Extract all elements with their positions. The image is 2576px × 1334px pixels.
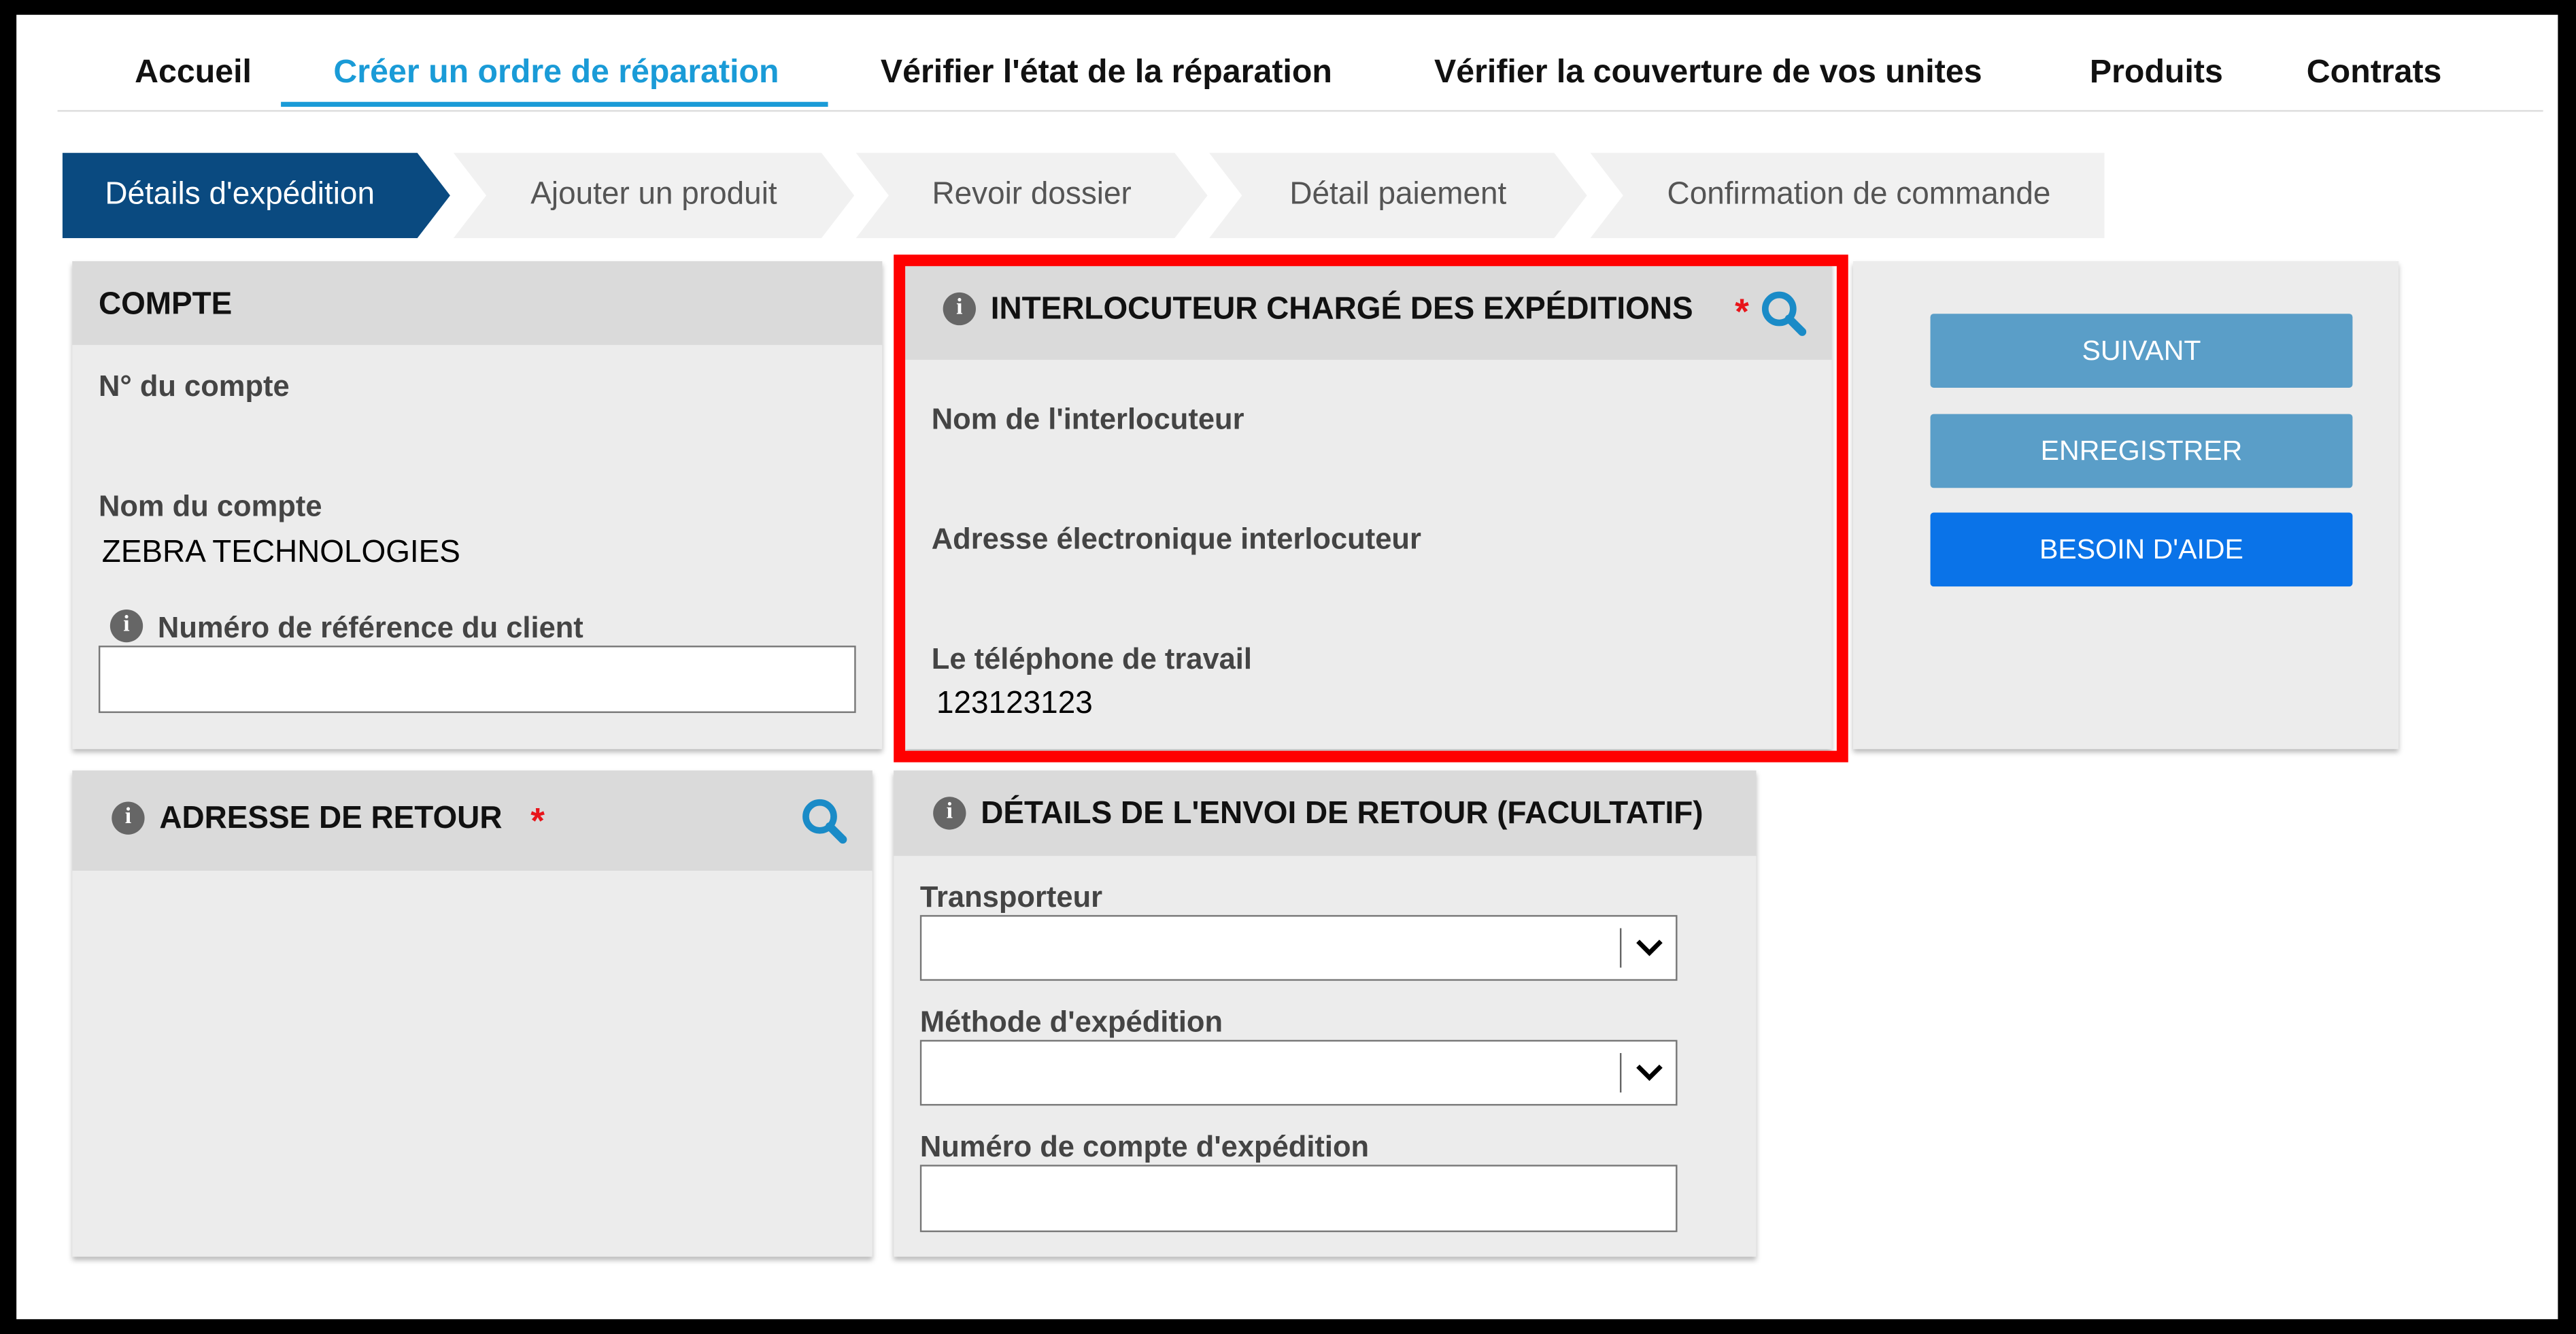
- select-separator: [1619, 928, 1622, 968]
- chevron-down-icon[interactable]: [1633, 1060, 1665, 1086]
- contact-name-label: Nom de l'interlocuteur: [931, 402, 1244, 435]
- return-address-panel-header: i ADRESSE DE RETOUR *: [72, 770, 872, 871]
- account-name-value: ZEBRA TECHNOLOGIES: [101, 535, 460, 571]
- shipping-contact-panel: i INTERLOCUTEUR CHARGÉ DES EXPÉDITIONS *…: [905, 261, 1832, 750]
- shipping-method-select[interactable]: [919, 1039, 1678, 1106]
- select-separator: [1619, 1053, 1622, 1093]
- nav-active-underline: [281, 101, 828, 107]
- customer-reference-label: Numéro de référence du client: [157, 611, 583, 644]
- help-button[interactable]: BESOIN D'AIDE: [1930, 512, 2353, 587]
- nav-item-products[interactable]: Produits: [2090, 31, 2223, 110]
- nav-item-check-repair-status[interactable]: Vérifier l'état de la réparation: [881, 31, 1332, 110]
- work-phone-label: Le téléphone de travail: [931, 642, 1252, 676]
- top-navigation: Accueil Créer un ordre de réparation Vér…: [57, 31, 2543, 112]
- page-frame: Accueil Créer un ordre de réparation Vér…: [16, 14, 2558, 1320]
- account-number-label: N° du compte: [98, 369, 290, 403]
- step-review-file-label: Revoir dossier: [932, 177, 1132, 212]
- step-add-product-label: Ajouter un produit: [530, 177, 777, 212]
- step-shipping-details[interactable]: Détails d'expédition: [62, 152, 450, 239]
- step-order-confirmation[interactable]: Confirmation de commande: [1590, 152, 2105, 239]
- info-icon[interactable]: i: [109, 609, 143, 643]
- return-address-title: ADRESSE DE RETOUR: [159, 801, 503, 837]
- step-review-file[interactable]: Revoir dossier: [855, 152, 1208, 239]
- info-icon[interactable]: i: [943, 292, 976, 326]
- step-order-confirmation-label: Confirmation de commande: [1667, 177, 2051, 212]
- account-name-label: Nom du compte: [98, 489, 322, 522]
- info-icon[interactable]: i: [933, 797, 966, 830]
- shipping-contact-title: INTERLOCUTEUR CHARGÉ DES EXPÉDITIONS: [990, 292, 1693, 327]
- next-button[interactable]: SUIVANT: [1930, 314, 2353, 388]
- return-shipping-title: DÉTAILS DE L'ENVOI DE RETOUR (FACULTATIF…: [981, 797, 1704, 831]
- required-asterisk: *: [530, 800, 545, 841]
- checkout-steps: Détails d'expédition Ajouter un produit …: [62, 152, 2105, 239]
- nav-item-contracts[interactable]: Contrats: [2307, 31, 2442, 110]
- save-button[interactable]: ENREGISTRER: [1930, 414, 2353, 488]
- carrier-label: Transporteur: [919, 880, 1103, 914]
- nav-item-check-coverage[interactable]: Vérifier la couverture de vos unites: [1434, 31, 1982, 110]
- customer-reference-input[interactable]: [98, 646, 856, 714]
- return-shipping-panel: i DÉTAILS DE L'ENVOI DE RETOUR (FACULTAT…: [894, 770, 1757, 1257]
- nav-item-accueil[interactable]: Accueil: [135, 31, 252, 110]
- chevron-down-icon[interactable]: [1633, 935, 1665, 961]
- account-panel: COMPTE N° du compte Nom du compte ZEBRA …: [72, 261, 883, 750]
- nav-item-create-repair-order[interactable]: Créer un ordre de réparation: [333, 31, 779, 110]
- shipping-method-label: Méthode d'expédition: [919, 1005, 1223, 1039]
- step-payment-details[interactable]: Détail paiement: [1209, 152, 1587, 239]
- required-asterisk: *: [1735, 290, 1749, 332]
- return-address-panel: i ADRESSE DE RETOUR *: [72, 770, 872, 1257]
- shipping-account-number-label: Numéro de compte d'expédition: [919, 1130, 1370, 1163]
- contact-email-label: Adresse électronique interlocuteur: [931, 522, 1421, 556]
- work-phone-value: 123123123: [936, 686, 1093, 722]
- return-shipping-panel-header: i DÉTAILS DE L'ENVOI DE RETOUR (FACULTAT…: [894, 770, 1757, 856]
- shipping-contact-panel-header: i INTERLOCUTEUR CHARGÉ DES EXPÉDITIONS *: [905, 261, 1832, 360]
- step-payment-details-label: Détail paiement: [1289, 177, 1507, 212]
- search-icon[interactable]: [1759, 289, 1808, 338]
- account-panel-title: COMPTE: [98, 287, 233, 322]
- step-add-product[interactable]: Ajouter un produit: [453, 152, 855, 239]
- step-shipping-details-label: Détails d'expédition: [105, 177, 375, 212]
- info-icon[interactable]: i: [112, 801, 145, 835]
- carrier-select[interactable]: [919, 915, 1678, 981]
- search-icon[interactable]: [800, 797, 849, 846]
- shipping-account-number-input[interactable]: [919, 1165, 1678, 1233]
- account-panel-header: COMPTE: [72, 261, 883, 346]
